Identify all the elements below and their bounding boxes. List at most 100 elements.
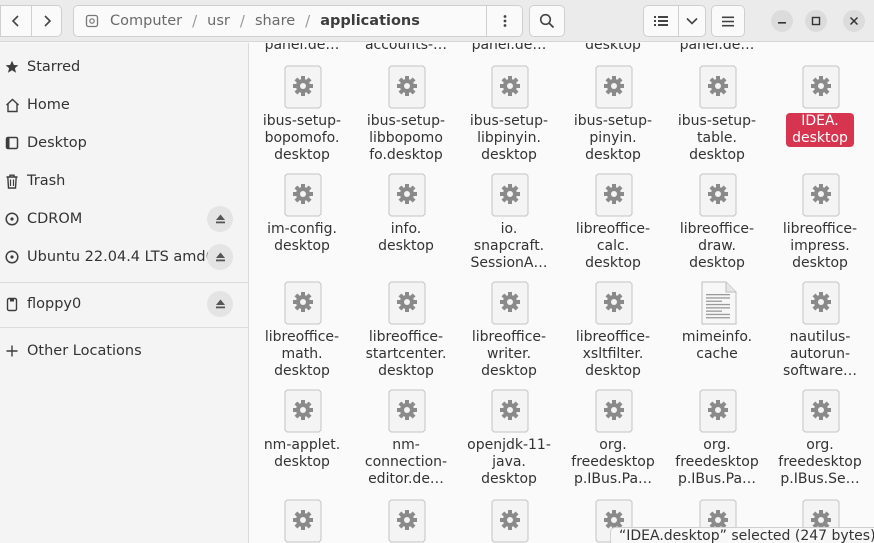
gear-file-icon <box>491 65 529 109</box>
eject-icon <box>215 252 225 262</box>
eject-button[interactable] <box>207 291 233 317</box>
plus-icon <box>4 343 20 359</box>
file-label: info. desktop <box>378 221 434 254</box>
vertical-dots-icon <box>503 15 506 27</box>
sidebar-item-floppy0[interactable]: floppy0 <box>0 286 248 322</box>
forward-button[interactable] <box>31 5 62 37</box>
file-label: im-config. desktop <box>267 221 337 254</box>
gear-file-icon <box>595 389 633 433</box>
close-icon <box>849 16 859 26</box>
maximize-icon <box>811 16 821 26</box>
close-button[interactable] <box>843 10 865 32</box>
list-view-icon <box>654 16 668 26</box>
back-button[interactable] <box>0 5 31 37</box>
sidebar-item-desktop[interactable]: Desktop <box>0 125 248 161</box>
breadcrumb-usr[interactable]: usr <box>201 13 236 29</box>
breadcrumb-share[interactable]: share <box>249 13 301 29</box>
file-label: ibus-setup- libpinyin. desktop <box>469 113 549 163</box>
chevron-left-icon <box>11 15 19 27</box>
gear-file-icon <box>699 65 737 109</box>
file-label: nm- connection- editor.de… <box>364 437 448 487</box>
gear-file-icon <box>802 173 840 217</box>
sidebar-item-label: Starred <box>27 59 81 75</box>
main-menu-button[interactable] <box>711 5 745 37</box>
gear-file-icon <box>388 281 426 325</box>
breadcrumb-separator: / <box>192 12 198 30</box>
chevron-down-icon <box>686 17 698 25</box>
view-toggle-button[interactable] <box>643 5 679 37</box>
sidebar-item-label: Trash <box>27 173 66 189</box>
gear-file-icon <box>388 173 426 217</box>
gear-file-icon <box>284 65 322 109</box>
file-label: accounts-… <box>364 43 448 53</box>
sidebar-item-cdrom[interactable]: CDROM <box>0 201 248 237</box>
header-bar: Computer / usr / share / applications <box>0 0 874 42</box>
gear-file-icon[interactable] <box>284 499 322 543</box>
gear-file-icon <box>595 281 633 325</box>
sidebar-item-home[interactable]: Home <box>0 87 248 123</box>
gear-file-icon <box>802 389 840 433</box>
view-options-dropdown[interactable] <box>678 5 706 37</box>
search-button[interactable] <box>529 5 565 37</box>
sidebar-item-label: floppy0 <box>27 296 82 312</box>
selected-file-label: IDEA. desktop <box>786 113 854 147</box>
drive-icon[interactable] <box>80 14 104 28</box>
file-label: libreoffice- startcenter. desktop <box>365 329 447 379</box>
chevron-right-icon <box>43 15 51 27</box>
file-label: ibus-setup- pinyin. desktop <box>573 113 653 163</box>
gear-file-icon <box>699 389 737 433</box>
sidebar-divider <box>0 327 248 328</box>
sidebar-divider <box>0 282 248 283</box>
eject-button[interactable] <box>207 206 233 232</box>
gear-file-icon <box>284 173 322 217</box>
file-label: ibus-setup- libbopomo fo.desktop <box>366 113 446 163</box>
file-label: libreoffice- impress. desktop <box>782 221 858 271</box>
minimize-button[interactable] <box>771 10 793 32</box>
disc-icon <box>4 249 20 265</box>
search-icon <box>539 13 555 29</box>
gear-file-icon[interactable] <box>491 499 529 543</box>
sidebar-item-starred[interactable]: Starred <box>0 49 248 85</box>
gear-file-icon <box>491 173 529 217</box>
status-bar: “IDEA.desktop” selected (247 bytes) <box>610 527 874 543</box>
trash-icon <box>4 173 20 189</box>
file-label: libreoffice- math. desktop <box>264 329 340 379</box>
gear-file-icon <box>802 65 840 109</box>
gear-file-icon <box>388 65 426 109</box>
file-label: ibus-setup- bopomofo. desktop <box>262 113 342 163</box>
text-file-icon <box>699 281 737 325</box>
file-label: openjdk-11- java. desktop <box>467 437 551 487</box>
sidebar-item-other-locations[interactable]: Other Locations <box>0 333 248 369</box>
file-label: org. freedesktop p.IBus.Pa… <box>675 437 759 487</box>
floppy-icon <box>4 296 20 312</box>
eject-icon <box>215 299 225 309</box>
file-label: libreoffice- xsltfilter. desktop <box>575 329 651 379</box>
eject-button[interactable] <box>207 244 233 270</box>
gear-file-icon <box>284 281 322 325</box>
breadcrumb-computer[interactable]: Computer <box>104 13 188 29</box>
breadcrumb-separator: / <box>239 12 245 30</box>
file-label: panel.de… <box>679 43 755 53</box>
file-label: nm-applet. desktop <box>263 437 341 470</box>
gear-file-icon <box>595 65 633 109</box>
eject-icon <box>215 214 225 224</box>
sidebar-item-label: Other Locations <box>27 343 142 359</box>
breadcrumb-current[interactable]: applications <box>314 13 426 29</box>
path-menu-button[interactable] <box>486 6 522 36</box>
file-label: org. freedesktop p.IBus.Pa… <box>571 437 655 487</box>
disc-icon <box>4 211 20 227</box>
gear-file-icon <box>802 281 840 325</box>
sidebar-item-label: CDROM <box>27 211 83 227</box>
sidebar-item-trash[interactable]: Trash <box>0 163 248 199</box>
gear-file-icon <box>491 281 529 325</box>
sidebar-item-label: Ubuntu 22.04.4 LTS amd64 <box>27 249 225 265</box>
home-icon <box>4 97 20 113</box>
sidebar-item-ubuntu[interactable]: Ubuntu 22.04.4 LTS amd64 <box>0 239 248 275</box>
sidebar-item-label: Desktop <box>27 135 87 151</box>
breadcrumb-separator: / <box>305 12 311 30</box>
file-label: mimeinfo. cache <box>681 329 753 362</box>
gear-file-icon[interactable] <box>388 499 426 543</box>
file-label: panel.de… <box>264 43 340 53</box>
maximize-button[interactable] <box>805 10 827 32</box>
sidebar-item-label: Home <box>27 97 70 113</box>
